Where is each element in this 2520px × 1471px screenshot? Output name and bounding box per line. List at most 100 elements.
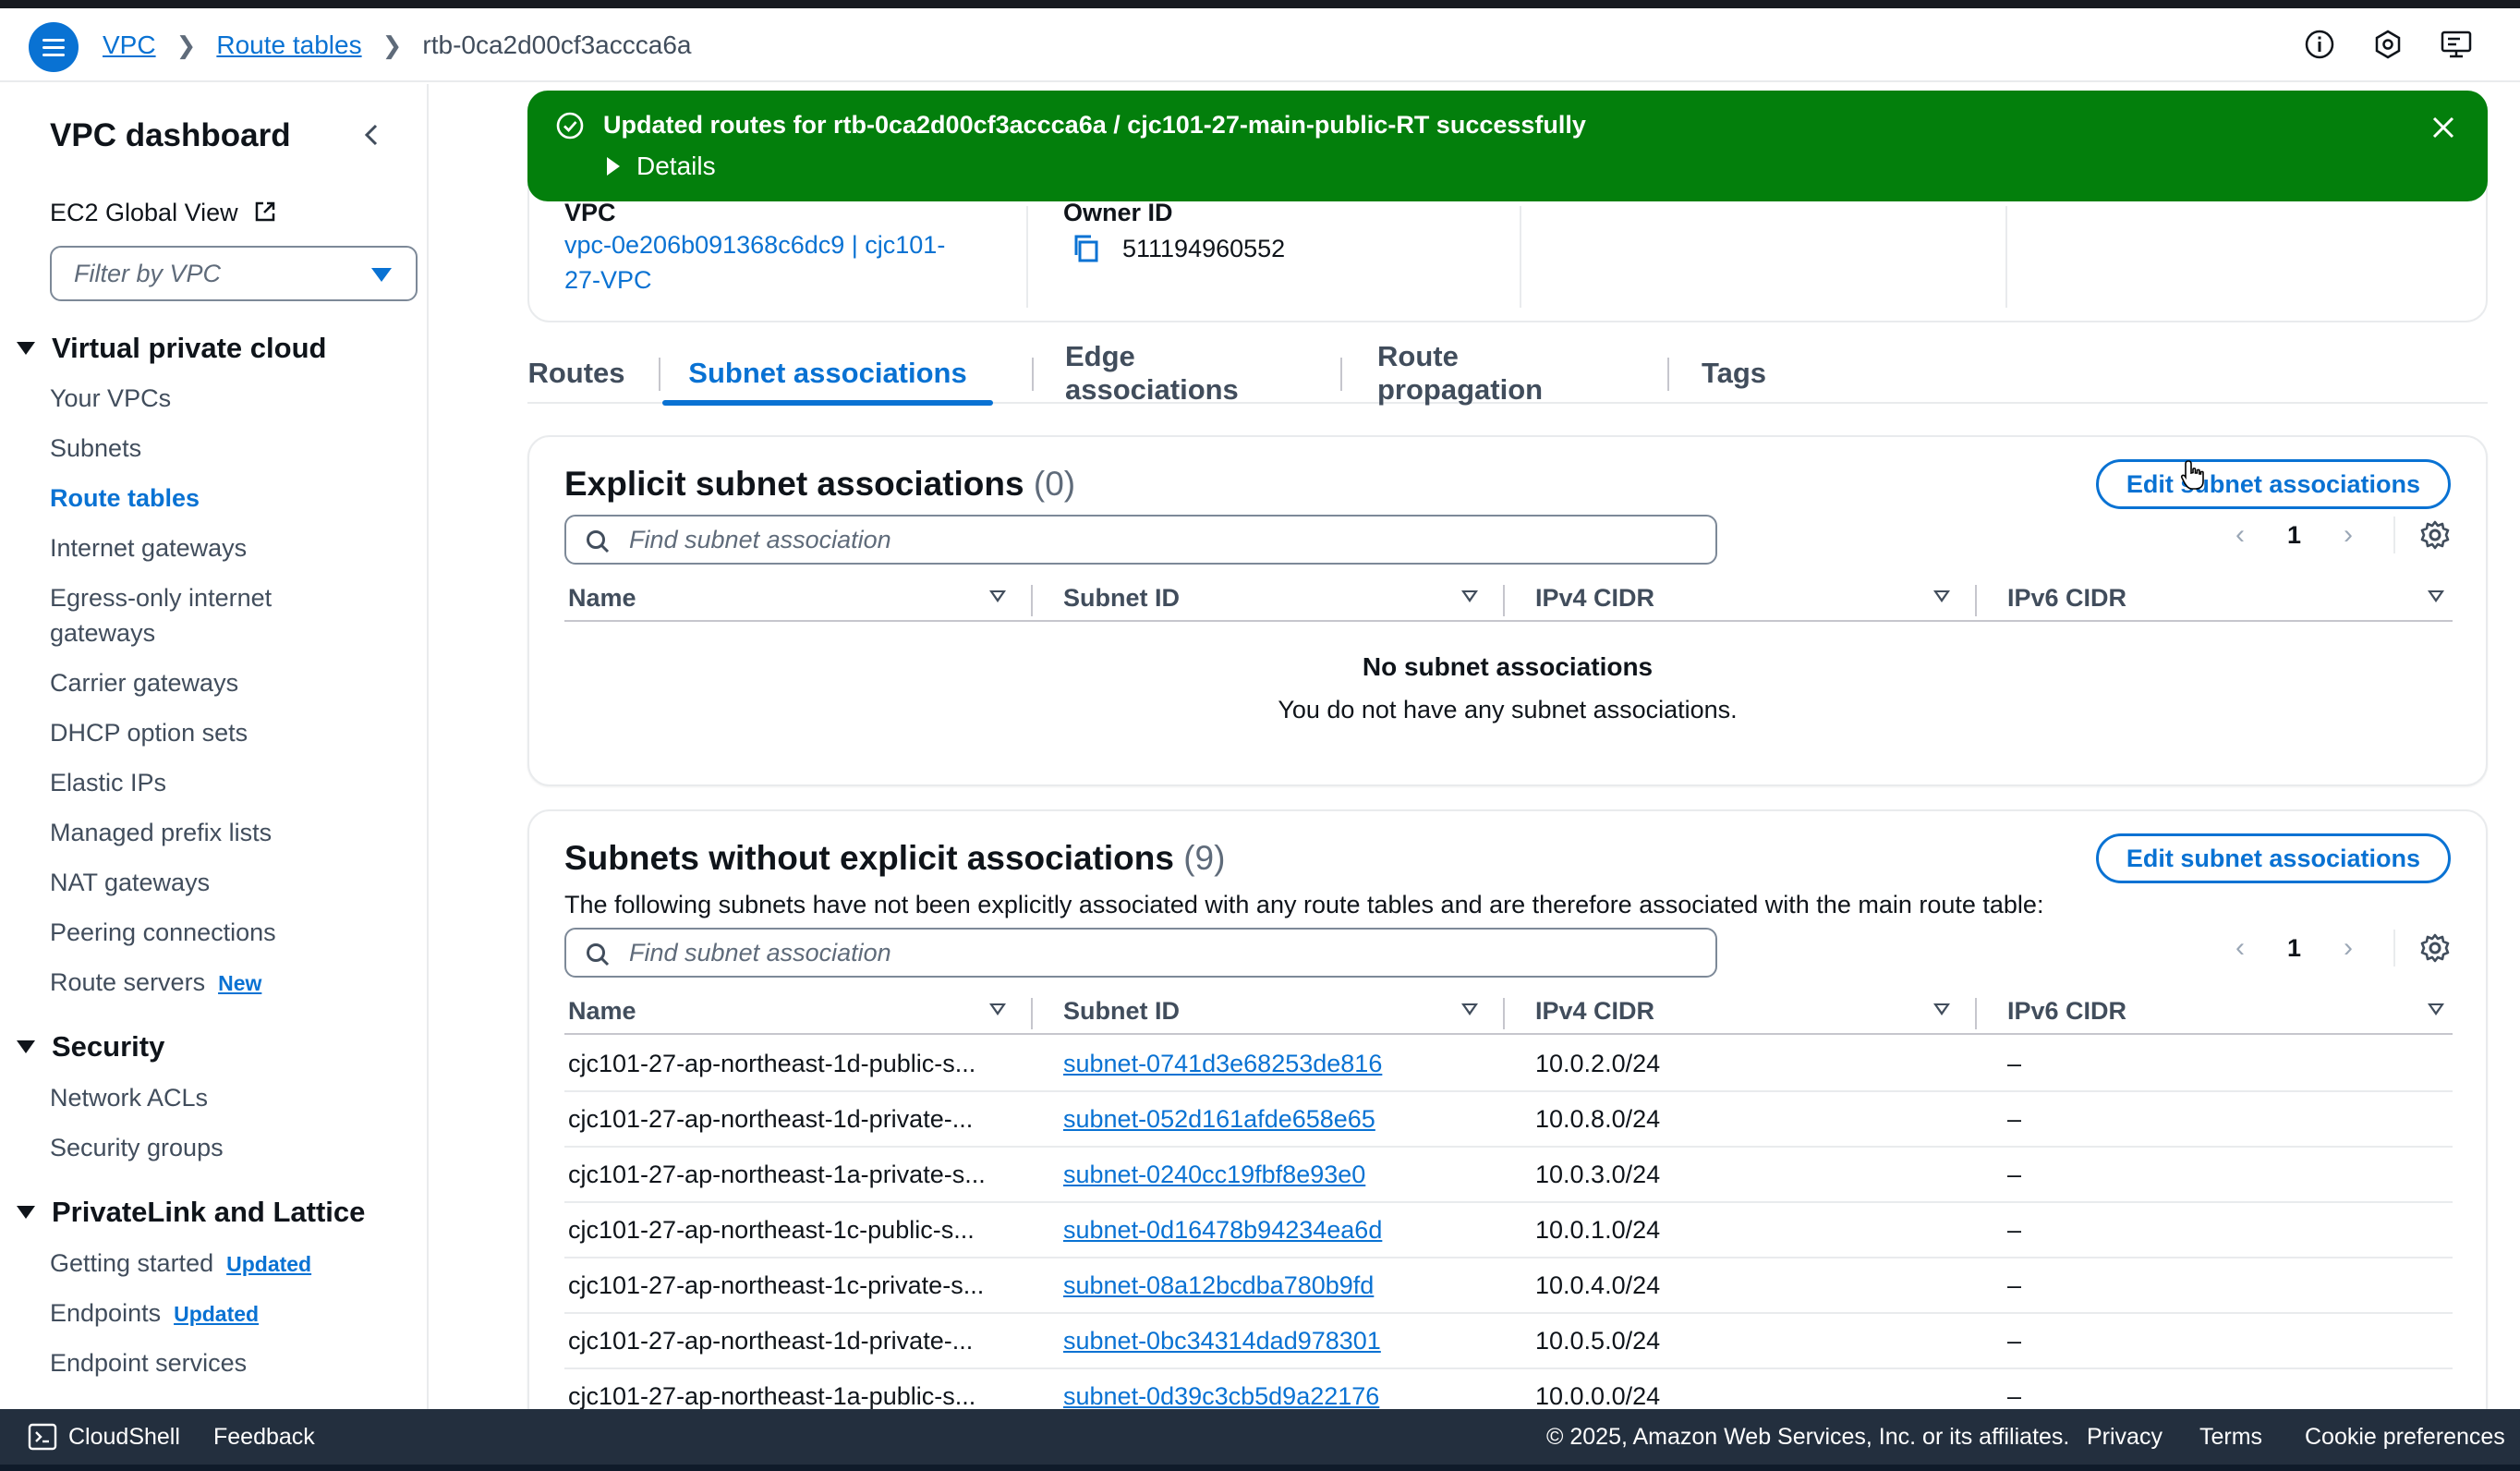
sidebar-item-security-groups[interactable]: Security groups	[50, 1130, 224, 1165]
column-resizer[interactable]	[1975, 998, 1977, 1029]
close-icon[interactable]	[2429, 113, 2458, 142]
updated-badge[interactable]: Updated	[226, 1252, 311, 1276]
sort-icon[interactable]	[1461, 1003, 1478, 1015]
column-resizer[interactable]	[1031, 585, 1033, 616]
column-header-subnet-id[interactable]: Subnet ID	[1063, 576, 1180, 620]
sidebar-item-network-acls[interactable]: Network ACLs	[50, 1080, 208, 1115]
sidebar-item-route-tables[interactable]: Route tables	[50, 480, 200, 516]
sidebar-item-dhcp-option-sets[interactable]: DHCP option sets	[50, 715, 248, 750]
sidebar-item-peering-connections[interactable]: Peering connections	[50, 915, 276, 950]
sidebar-item-getting-started[interactable]: Getting started Updated	[50, 1246, 311, 1282]
sidebar-item-route-servers[interactable]: Route servers New	[50, 965, 261, 1001]
new-badge[interactable]: New	[218, 971, 261, 995]
sort-icon[interactable]	[2428, 1003, 2444, 1015]
divider	[2393, 517, 2395, 553]
section-security[interactable]: Security	[17, 1030, 164, 1064]
column-header-ipv6-cidr[interactable]: IPv6 CIDR	[2007, 989, 2126, 1033]
tab-tags[interactable]: Tags	[1701, 343, 1767, 404]
sidebar-item-managed-prefix-lists[interactable]: Managed prefix lists	[50, 815, 272, 850]
sidebar-item-elastic-ips[interactable]: Elastic IPs	[50, 765, 166, 800]
tab-route-propagation[interactable]: Route propagation	[1377, 340, 1629, 406]
cell-subnet-link[interactable]: subnet-0741d3e68253de816	[1063, 1037, 1382, 1090]
chevron-left-icon[interactable]: ‹	[2226, 932, 2254, 963]
sort-icon[interactable]	[989, 590, 1006, 602]
sort-icon[interactable]	[1461, 590, 1478, 602]
caret-down-icon	[371, 268, 392, 282]
cell-ipv6: –	[2007, 1160, 2022, 1188]
sidebar-item-subnets[interactable]: Subnets	[50, 431, 141, 466]
search-input[interactable]: Find subnet association	[564, 515, 1717, 565]
sort-icon[interactable]	[1933, 590, 1950, 602]
sidebar-item-nat-gateways[interactable]: NAT gateways	[50, 865, 210, 900]
filter-by-vpc-select[interactable]: Filter by VPC	[50, 246, 418, 301]
terms-link[interactable]: Terms	[2199, 1409, 2262, 1465]
sort-icon[interactable]	[2428, 590, 2444, 602]
sidebar-item-internet-gateways[interactable]: Internet gateways	[50, 530, 247, 565]
edit-subnet-associations-button[interactable]: Edit subnet associations	[2095, 459, 2451, 509]
column-header-name[interactable]: Name	[568, 576, 636, 620]
page-number[interactable]: 1	[2287, 934, 2301, 963]
notifications-icon[interactable]	[2370, 27, 2405, 62]
tab-subnet-associations[interactable]: Subnet associations	[662, 343, 993, 406]
feedback-icon[interactable]	[2439, 27, 2474, 62]
sidebar-item-ec2-global-view[interactable]: EC2 Global View	[50, 195, 278, 230]
cell-subnet-link[interactable]: subnet-052d161afde658e65	[1063, 1092, 1375, 1146]
column-resizer[interactable]	[1503, 998, 1505, 1029]
cell-name: cjc101-27-ap-northeast-1c-private-s...	[568, 1270, 985, 1299]
search-input[interactable]: Find subnet association	[564, 928, 1717, 978]
section-virtual-private-cloud[interactable]: Virtual private cloud	[17, 332, 326, 365]
column-resizer[interactable]	[1031, 998, 1033, 1029]
search-icon	[587, 943, 610, 966]
cell-subnet-link[interactable]: subnet-0d39c3cb5d9a22176	[1063, 1369, 1379, 1410]
collapse-sidebar-icon[interactable]	[358, 121, 386, 149]
cell-subnet-link[interactable]: subnet-0240cc19fbf8e93e0	[1063, 1148, 1365, 1201]
sidebar-item-carrier-gateways[interactable]: Carrier gateways	[50, 665, 238, 700]
cell-ipv4: 10.0.4.0/24	[1535, 1270, 1661, 1299]
cloudshell-label: CloudShell	[68, 1423, 180, 1450]
chevron-right-icon[interactable]: ›	[2334, 519, 2362, 550]
page-number[interactable]: 1	[2287, 521, 2301, 550]
cell-subnet-link[interactable]: subnet-08a12bcdba780b9fd	[1063, 1258, 1374, 1312]
section-label: Security	[52, 1030, 165, 1063]
info-icon[interactable]	[2302, 27, 2337, 62]
sidebar-item-endpoint-services[interactable]: Endpoint services	[50, 1345, 247, 1380]
cookie-preferences-link[interactable]: Cookie preferences	[2305, 1409, 2505, 1465]
flash-details-toggle[interactable]: Details	[607, 152, 716, 181]
tab-routes[interactable]: Routes	[527, 343, 625, 404]
chevron-left-icon[interactable]: ‹	[2226, 519, 2254, 550]
cell-name: cjc101-27-ap-northeast-1a-private-s...	[568, 1160, 986, 1188]
table-row: cjc101-27-ap-northeast-1a-private-s... s…	[564, 1148, 2453, 1203]
tab-edge-associations[interactable]: Edge associations	[1065, 340, 1302, 406]
privacy-link[interactable]: Privacy	[2087, 1409, 2163, 1465]
menu-icon[interactable]	[29, 22, 79, 72]
cloudshell-button[interactable]: CloudShell	[28, 1409, 180, 1465]
sort-icon[interactable]	[989, 1003, 1006, 1015]
edit-subnet-associations-button[interactable]: Edit subnet associations	[2095, 833, 2451, 883]
breadcrumb-route-tables[interactable]: Route tables	[216, 30, 361, 60]
cell-subnet-link[interactable]: subnet-0d16478b94234ea6d	[1063, 1203, 1382, 1257]
chevron-right-icon[interactable]: ›	[2334, 932, 2362, 963]
gear-icon[interactable]	[2419, 519, 2451, 551]
column-header-subnet-id[interactable]: Subnet ID	[1063, 989, 1180, 1033]
sidebar-item-egress-only-gateways[interactable]: Egress-only internet gateways	[50, 580, 272, 650]
section-privatelink[interactable]: PrivateLink and Lattice	[17, 1196, 365, 1229]
cell-subnet-link[interactable]: subnet-0bc34314dad978301	[1063, 1314, 1381, 1368]
sidebar-item-endpoints[interactable]: Endpoints Updated	[50, 1295, 259, 1331]
column-header-ipv6-cidr[interactable]: IPv6 CIDR	[2007, 576, 2126, 620]
feedback-link[interactable]: Feedback	[213, 1409, 315, 1465]
column-header-name[interactable]: Name	[568, 989, 636, 1033]
column-resizer[interactable]	[1503, 585, 1505, 616]
vpc-link[interactable]: vpc-0e206b091368c6dc9 | cjc101- 27-VPC	[564, 227, 945, 298]
updated-badge[interactable]: Updated	[174, 1302, 259, 1326]
column-header-ipv4-cidr[interactable]: IPv4 CIDR	[1535, 989, 1654, 1033]
copy-icon[interactable]	[1071, 233, 1102, 264]
column-header-ipv4-cidr[interactable]: IPv4 CIDR	[1535, 576, 1654, 620]
tab-list: Routes Subnet associations Edge associat…	[527, 340, 2488, 406]
sort-icon[interactable]	[1933, 1003, 1950, 1015]
gear-icon[interactable]	[2419, 932, 2451, 964]
breadcrumb-vpc[interactable]: VPC	[103, 30, 156, 60]
column-resizer[interactable]	[1975, 585, 1977, 616]
vpc-link-line2: 27-VPC	[564, 266, 652, 294]
sidebar-item-your-vpcs[interactable]: Your VPCs	[50, 381, 171, 416]
divider	[2393, 930, 2395, 966]
